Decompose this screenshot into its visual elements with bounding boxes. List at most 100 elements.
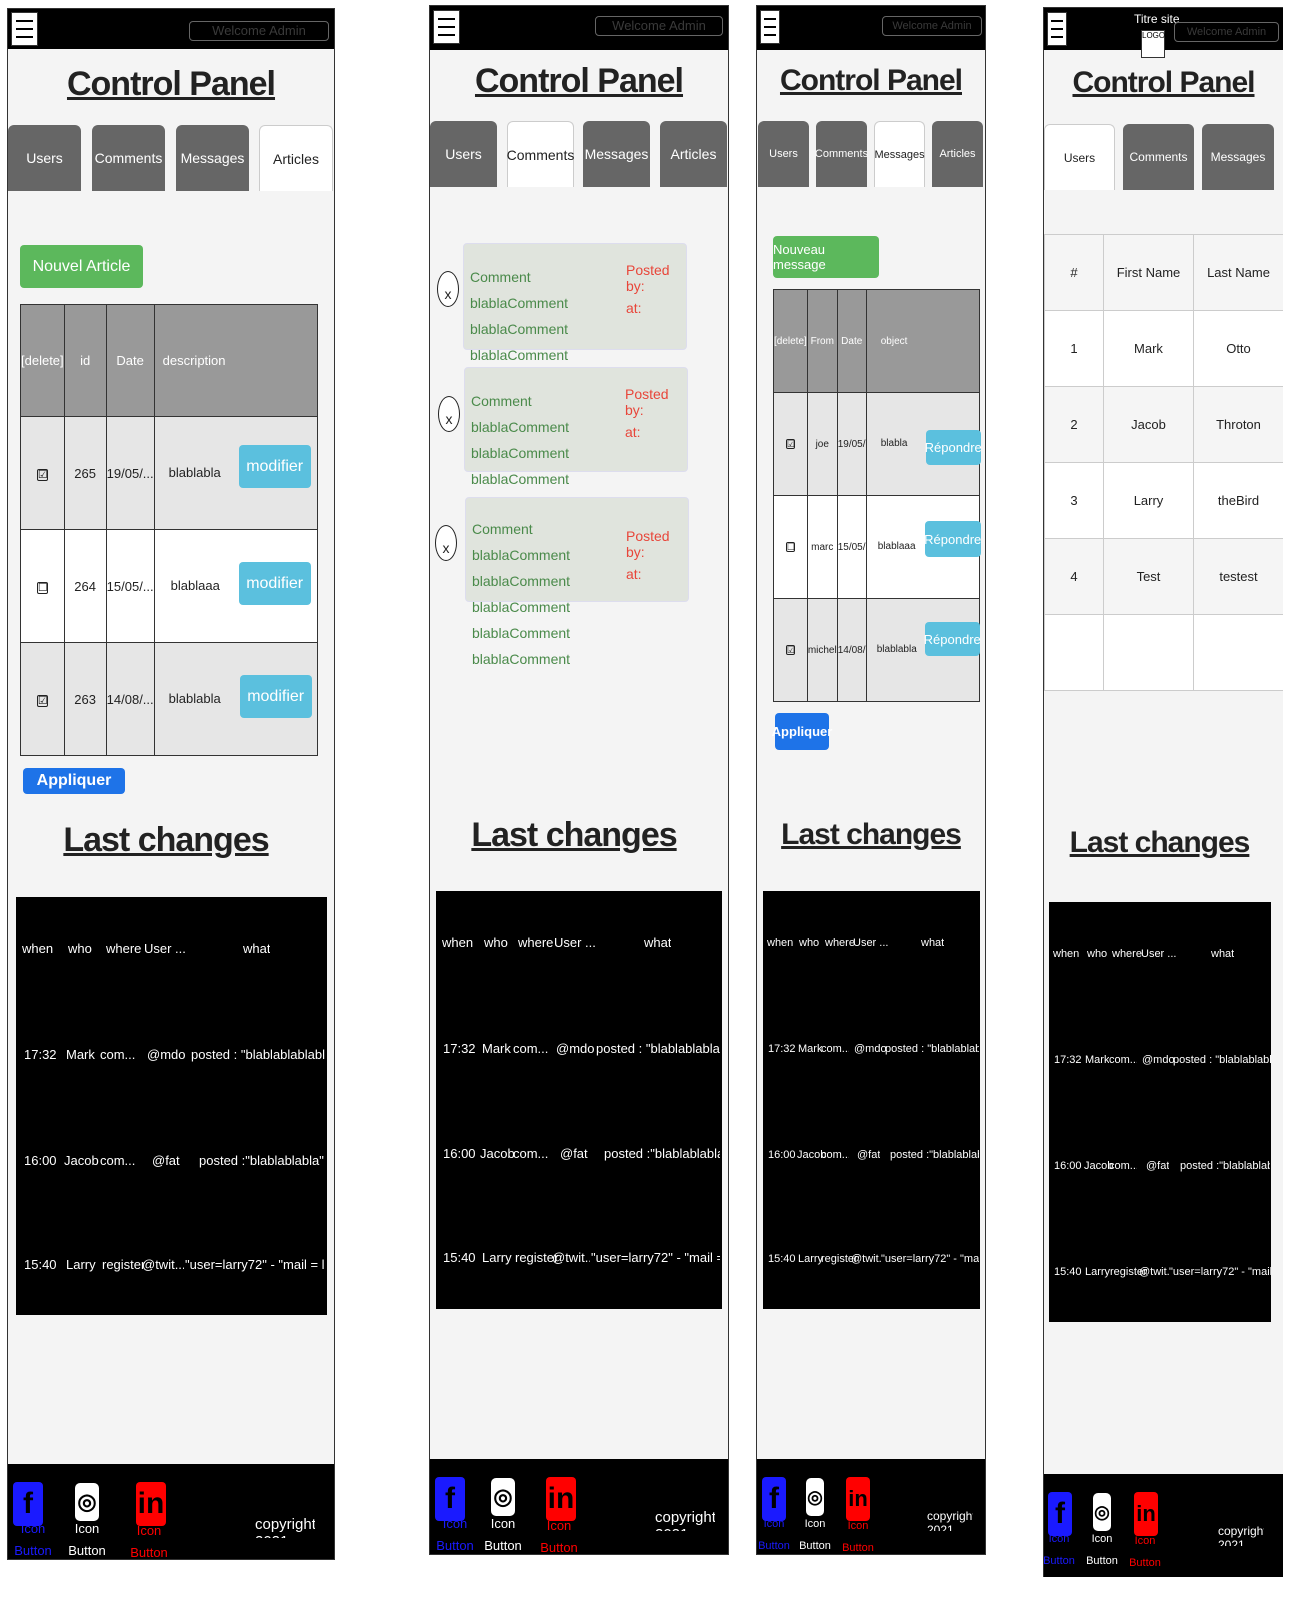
tab-comments[interactable]: Comments [815, 121, 868, 187]
cell: com... [821, 1043, 849, 1055]
cell: 15:40 [768, 1253, 796, 1265]
panel-messages: Welcome Admin Control Panel Users Commen… [756, 5, 986, 1555]
delete-checkbox[interactable]: ☑ [785, 438, 795, 449]
col-who: who [1087, 948, 1108, 960]
hamburger-icon[interactable] [433, 10, 460, 44]
row-date: 15/05/... [836, 495, 867, 599]
col-number: # [1044, 234, 1104, 311]
hamburger-icon[interactable] [11, 12, 38, 46]
changes-header: when who where User ... what [1049, 948, 1271, 964]
tab-articles[interactable]: Articles [932, 121, 983, 187]
delete-comment-icon[interactable]: x [438, 396, 460, 432]
table-row: ☑ 265 19/05/... blablabla modifier [20, 416, 319, 530]
tab-articles[interactable]: Articles [660, 121, 727, 187]
cell: @mdo [556, 1041, 595, 1056]
linkedin-label[interactable]: Icon Button [124, 1520, 174, 1559]
cell: Mark [798, 1043, 823, 1055]
cell: posted : "blablablablabla" [596, 1041, 720, 1056]
tab-comments[interactable]: Comments [92, 125, 165, 191]
top-bar: Welcome Admin [8, 9, 334, 49]
col-where: where [1112, 948, 1142, 960]
cell: com... [821, 1149, 849, 1161]
new-article-button[interactable]: Nouvel Article [20, 245, 143, 288]
delete-checkbox[interactable]: ☑ [36, 694, 48, 707]
delete-comment-icon[interactable]: x [435, 525, 457, 561]
welcome-label: Welcome Admin [189, 21, 329, 41]
col-id: id [63, 304, 107, 417]
reply-button[interactable]: Répondre [924, 521, 981, 557]
col-date: Date [836, 289, 867, 393]
apply-button[interactable]: Appliquer [772, 713, 832, 750]
facebook-label[interactable]: Icon Button [8, 1518, 58, 1559]
cell: Otto [1193, 310, 1283, 387]
new-message-button[interactable]: Nouveau message [773, 236, 879, 278]
cell: "user=larry72" - "mail = la... [1169, 1266, 1271, 1278]
cell: @mdo [147, 1047, 186, 1062]
reply-button[interactable]: Répondre [924, 622, 981, 656]
row-id: 264 [63, 529, 107, 643]
tab-users[interactable]: Users [1044, 124, 1115, 190]
copyright: copyright-2021 [927, 1509, 973, 1531]
facebook-label[interactable]: Icon Button [430, 1513, 480, 1554]
tab-messages[interactable]: Messages [874, 121, 925, 187]
copyright: copyright-2021 [255, 1516, 315, 1538]
last-changes-table: when who where User ... what 17:32 Mark com...… [763, 891, 980, 1309]
col-delete: [delete] [773, 289, 808, 393]
tab-messages[interactable]: Messages [583, 121, 650, 187]
modify-button[interactable]: modifier [239, 675, 312, 718]
delete-comment-icon[interactable]: x [437, 271, 459, 307]
cell: com... [513, 1146, 549, 1161]
reply-button[interactable]: Répondre [925, 430, 982, 465]
comment-posted-by: Posted by: [625, 386, 669, 418]
delete-checkbox[interactable]: ☐ [36, 581, 48, 594]
col-what: what [921, 937, 945, 949]
tab-users[interactable]: Users [430, 121, 497, 187]
cell: @twit... [142, 1257, 184, 1272]
col-when: when [22, 941, 54, 956]
tab-messages[interactable]: Messages [1202, 124, 1274, 190]
panel-comments: Welcome Admin Control Panel Users Commen… [429, 5, 729, 1555]
tab-comments[interactable]: Comments [1123, 124, 1194, 190]
instagram-label[interactable]: Icon Button [478, 1513, 528, 1554]
hamburger-icon[interactable] [1047, 12, 1067, 46]
last-changes-title: Last changes [781, 818, 962, 851]
footer: f Icon Button ◎ Icon Button in Icon Butt… [430, 1459, 728, 1554]
hamburger-icon[interactable] [760, 10, 780, 44]
tab-comments[interactable]: Comments [507, 121, 574, 187]
cell: posted :"blablablabla" [604, 1146, 720, 1161]
cell: @twit... [1139, 1266, 1169, 1278]
cell: posted :"blablablabla" [199, 1153, 324, 1168]
delete-checkbox[interactable]: ☐ [785, 541, 795, 552]
col-user: User ... [144, 941, 186, 956]
linkedin-label[interactable]: Icon Button [534, 1515, 584, 1554]
tab-users[interactable]: Users [758, 121, 809, 187]
tab-users[interactable]: Users [8, 125, 81, 191]
col-who: who [68, 941, 92, 956]
changes-row: 17:32Markcom... @mdoposted : "blablablabl… [763, 1043, 980, 1059]
row-description: blablabla [168, 465, 221, 480]
table-row: ☑ 263 14/08/... blablabla modifier [20, 642, 319, 756]
apply-button[interactable]: Appliquer [23, 768, 125, 794]
row-description: blablaaa [170, 578, 220, 593]
delete-checkbox[interactable]: ☑ [36, 468, 48, 481]
cell: 16:00 [1054, 1160, 1082, 1172]
cell: 15:40 [443, 1250, 476, 1265]
cell: posted : "blablablablabla" [191, 1047, 325, 1062]
comment-card: Comment blablaComment blablaComment blab… [463, 243, 687, 415]
tab-articles[interactable]: Articles [259, 125, 333, 191]
row-date: 19/05/... [105, 416, 155, 530]
changes-row: 16:00 Jacobcom... @fat posted :"blablablabl… [436, 1146, 722, 1162]
col-first-name: First Name [1103, 234, 1194, 311]
tab-messages[interactable]: Messages [176, 125, 249, 191]
linkedin-label[interactable]: Icon Button [833, 1515, 883, 1554]
cell: Mark [66, 1047, 95, 1062]
delete-checkbox[interactable]: ☑ [785, 644, 795, 655]
cell: Mark [1103, 310, 1194, 387]
instagram-label[interactable]: Icon Button [62, 1518, 112, 1559]
linkedin-label[interactable]: Icon Button [1120, 1530, 1170, 1574]
last-changes-table: when who where User ... what 17:32 Mark com...… [16, 897, 327, 1315]
col-user: User ... [554, 935, 596, 950]
modify-button[interactable]: modifier [238, 562, 311, 605]
logo[interactable]: LOGO [1141, 30, 1165, 58]
modify-button[interactable]: modifier [238, 445, 311, 488]
